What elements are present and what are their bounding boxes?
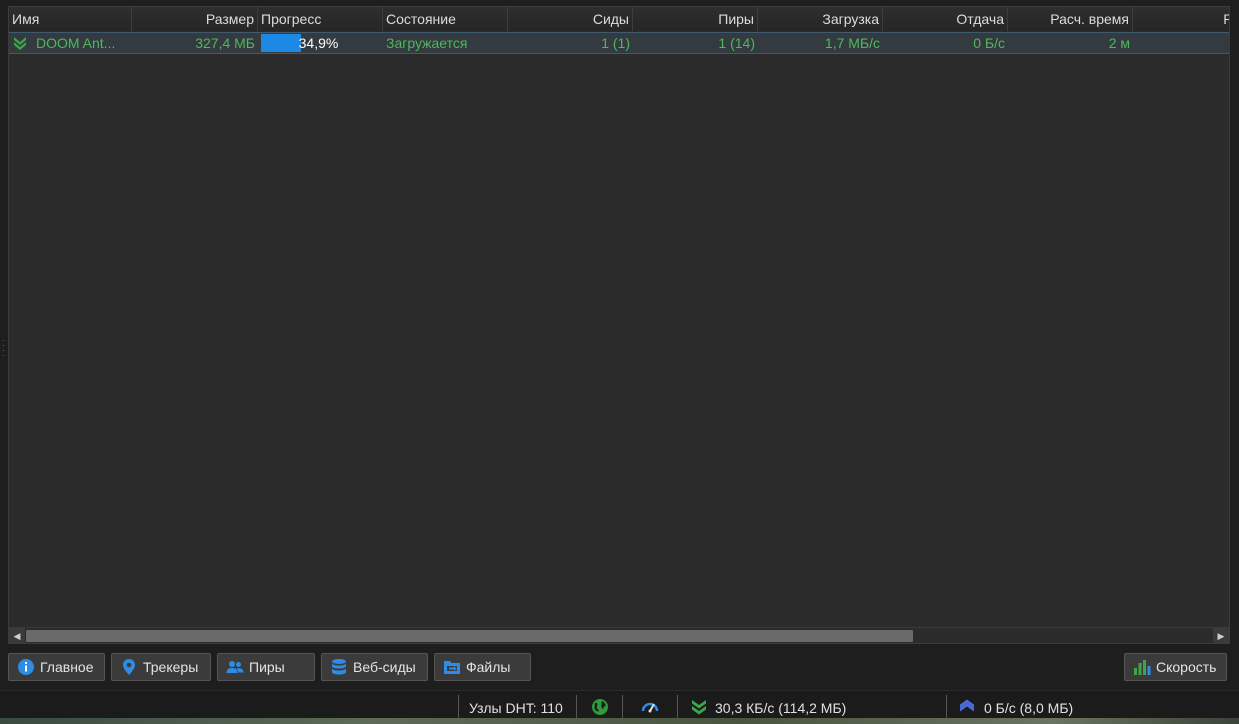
- column-header-eta[interactable]: Расч. время: [1008, 7, 1133, 31]
- torrent-state: Загружается: [386, 35, 468, 51]
- column-header-progress[interactable]: Прогресс: [258, 7, 383, 31]
- status-separator: [458, 695, 459, 719]
- column-header-download[interactable]: Загрузка: [758, 7, 883, 31]
- progress-text: 34,9%: [298, 35, 339, 51]
- status-separator: [576, 695, 577, 719]
- upload-rate-status[interactable]: 0 Б/с (8,0 МБ): [984, 699, 1073, 717]
- tab-general-label: Главное: [40, 659, 94, 675]
- status-separator: [677, 695, 678, 719]
- tab-general[interactable]: Главное: [8, 653, 105, 681]
- scroll-left-arrow-icon[interactable]: ◀: [9, 628, 25, 643]
- download-speed-icon: [692, 700, 706, 715]
- tab-speed[interactable]: Скорость: [1124, 653, 1227, 681]
- files-icon: [444, 661, 460, 674]
- horizontal-scrollbar[interactable]: ◀ ▶: [9, 627, 1229, 643]
- column-header-name[interactable]: Имя: [9, 7, 132, 31]
- users-icon: [226, 661, 244, 673]
- progress-bar: 34,9%: [261, 34, 376, 52]
- torrent-size: 327,4 МБ: [195, 35, 255, 51]
- column-header-peers[interactable]: Пиры: [633, 7, 758, 31]
- scroll-right-arrow-icon[interactable]: ▶: [1213, 628, 1229, 643]
- qbittorrent-window: Имя Размер Прогресс Состояние Сиды Пиры …: [0, 0, 1239, 724]
- bar-chart-icon: [1134, 660, 1151, 675]
- properties-tab-bar: Главное Трекеры Пиры Веб-сиды Файлы Скор…: [0, 650, 1239, 684]
- dht-nodes-status: Узлы DHT: 110: [469, 700, 563, 716]
- torrent-name-cell: DOOM Ant...: [9, 33, 132, 53]
- tab-web-seeds-label: Веб-сиды: [353, 659, 416, 675]
- download-rate-status[interactable]: 30,3 КБ/с (114,2 МБ): [715, 699, 846, 717]
- transfer-list-header: Имя Размер Прогресс Состояние Сиды Пиры …: [9, 7, 1229, 31]
- download-arrow-icon: [14, 37, 26, 50]
- transfer-list[interactable]: Имя Размер Прогресс Состояние Сиды Пиры …: [8, 6, 1230, 644]
- column-header-state[interactable]: Состояние: [383, 7, 508, 31]
- column-header-seeds[interactable]: Сиды: [508, 7, 633, 31]
- torrent-eta: 2 м: [1108, 35, 1130, 51]
- tab-peers-label: Пиры: [249, 659, 285, 675]
- tab-files-label: Файлы: [466, 659, 511, 675]
- torrent-peers: 1 (14): [718, 35, 755, 51]
- torrent-seeds: 1 (1): [601, 35, 630, 51]
- tab-speed-label: Скорость: [1156, 659, 1217, 675]
- torrent-download-speed: 1,7 МБ/с: [824, 35, 880, 51]
- location-pin-icon: [123, 659, 135, 675]
- scrollbar-thumb[interactable]: [26, 630, 913, 642]
- database-icon: [332, 659, 346, 675]
- upload-speed-icon: [960, 699, 974, 712]
- tab-peers[interactable]: Пиры: [217, 653, 315, 681]
- status-separator: [946, 695, 947, 719]
- torrent-progress-cell: 34,9%: [258, 33, 383, 53]
- torrent-upload-speed: 0 Б/с: [973, 35, 1005, 51]
- tab-trackers-label: Трекеры: [143, 659, 199, 675]
- speedometer-icon[interactable]: [641, 698, 659, 716]
- info-icon: [18, 659, 34, 675]
- column-header-ratio[interactable]: Рейт: [1133, 7, 1229, 31]
- tab-web-seeds[interactable]: Веб-сиды: [321, 653, 428, 681]
- column-header-size[interactable]: Размер: [132, 7, 258, 31]
- tab-files[interactable]: Файлы: [434, 653, 531, 681]
- column-header-upload[interactable]: Отдача: [883, 7, 1008, 31]
- desktop-background-strip: [0, 718, 1239, 724]
- tab-trackers[interactable]: Трекеры: [111, 653, 211, 681]
- status-separator: [622, 695, 623, 719]
- splitter-handle[interactable]: · · · ·: [2, 337, 5, 360]
- torrent-row[interactable]: DOOM Ant... 327,4 МБ 34,9% Загружается 1…: [9, 32, 1229, 54]
- torrent-ratio: 0: [1133, 33, 1229, 53]
- globe-connected-icon[interactable]: [591, 698, 609, 716]
- torrent-name: DOOM Ant...: [36, 35, 116, 51]
